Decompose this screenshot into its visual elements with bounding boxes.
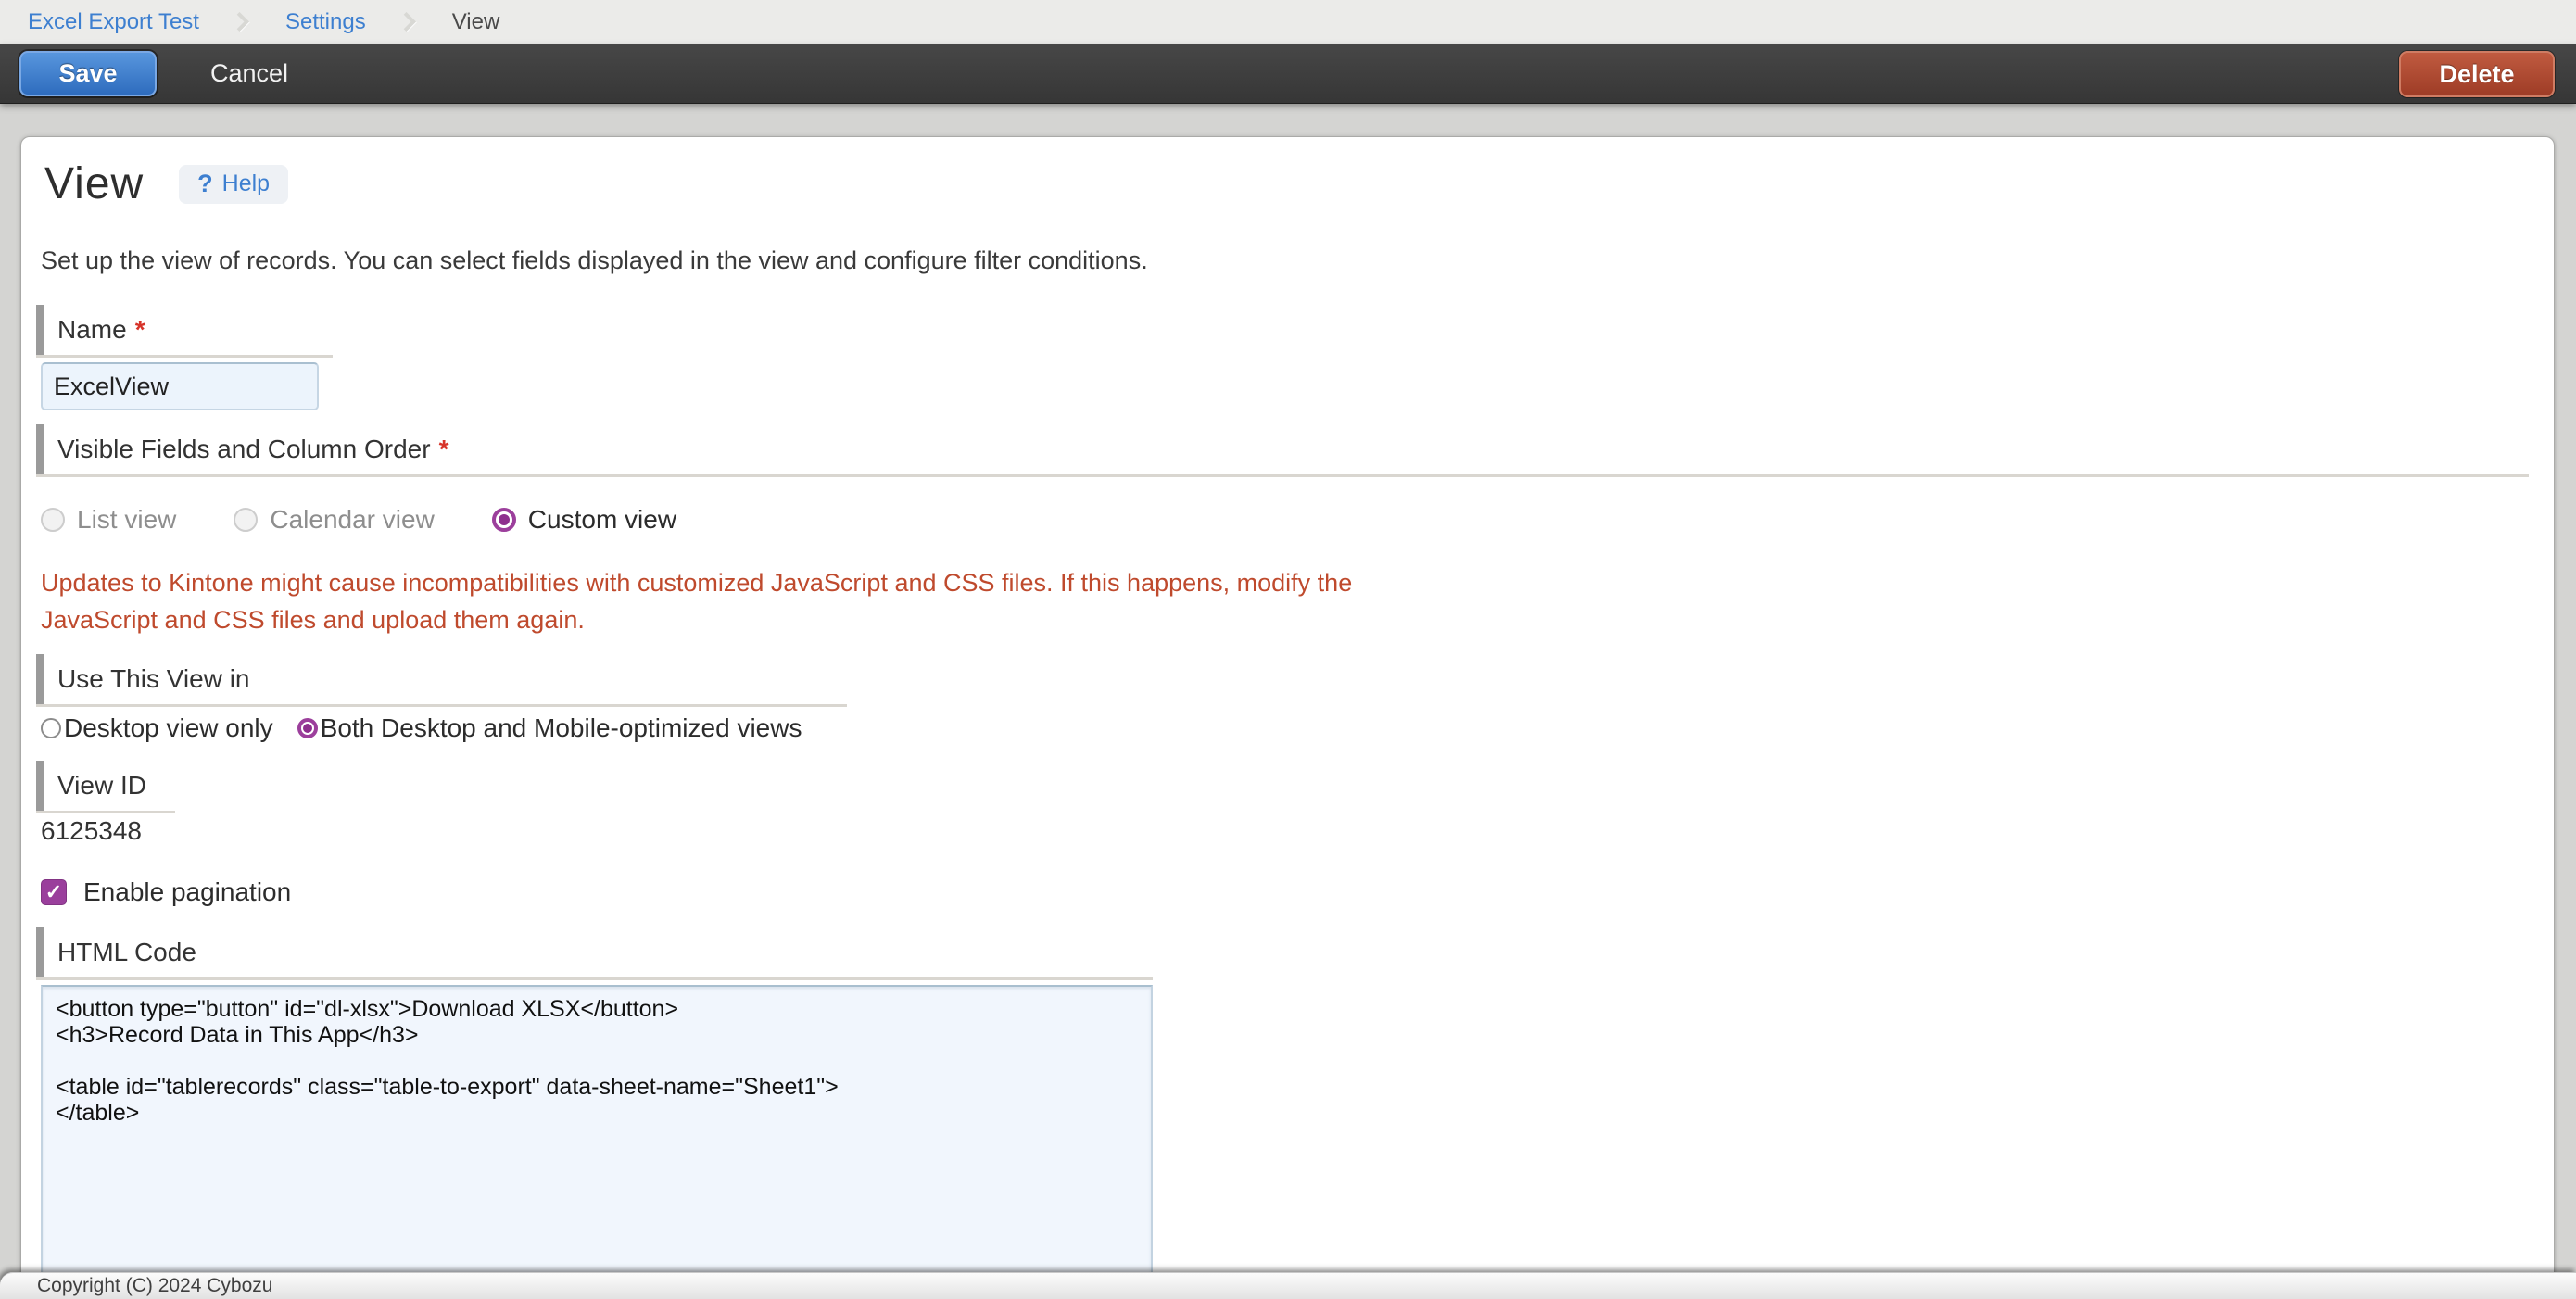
- customization-warning: Updates to Kintone might cause incompati…: [41, 564, 1375, 638]
- settings-panel: View ? Help Set up the view of records. …: [20, 136, 2555, 1299]
- section-bar: [36, 305, 44, 355]
- radio-label: Custom view: [528, 505, 676, 535]
- cancel-button[interactable]: Cancel: [210, 59, 288, 88]
- html-code-textarea[interactable]: <button type="button" id="dl-xlsx">Downl…: [41, 985, 1153, 1299]
- enable-pagination-checkbox[interactable]: ✓ Enable pagination: [41, 877, 291, 907]
- section-bar: [36, 654, 44, 704]
- html-code-section-header: HTML Code: [36, 927, 196, 977]
- section-divider: [36, 355, 333, 358]
- question-icon: ?: [197, 170, 213, 198]
- view-name-input[interactable]: [41, 362, 319, 410]
- radio-label: List view: [77, 505, 176, 535]
- view-type-radio-group: List view Calendar view Custom view: [41, 501, 676, 538]
- breadcrumb-separator-icon: [397, 12, 416, 32]
- required-asterisk: *: [135, 315, 145, 345]
- delete-button[interactable]: Delete: [2399, 51, 2555, 97]
- check-icon: ✓: [45, 882, 62, 902]
- radio-icon: [234, 508, 258, 532]
- view-id-label: View ID: [57, 771, 146, 801]
- html-code-label: HTML Code: [57, 938, 196, 967]
- help-label: Help: [222, 170, 270, 197]
- view-id-value: 6125348: [41, 816, 142, 846]
- radio-label: Desktop view only: [64, 713, 273, 743]
- visible-fields-label: Visible Fields and Column Order: [57, 435, 431, 464]
- checkbox-checked-icon: ✓: [41, 879, 67, 905]
- page-description: Set up the view of records. You can sele…: [41, 246, 1148, 275]
- page-title: View: [44, 158, 144, 209]
- radio-icon: [41, 718, 61, 738]
- checkbox-label: Enable pagination: [83, 877, 291, 907]
- radio-label: Calendar view: [270, 505, 434, 535]
- radio-custom-view[interactable]: Custom view: [492, 505, 676, 535]
- radio-label: Both Desktop and Mobile-optimized views: [321, 713, 802, 743]
- save-button[interactable]: Save: [19, 51, 157, 96]
- required-asterisk: *: [439, 435, 449, 464]
- radio-selected-icon: [297, 718, 318, 738]
- radio-calendar-view[interactable]: Calendar view: [234, 505, 434, 535]
- help-button[interactable]: ? Help: [179, 165, 288, 204]
- radio-desktop-and-mobile[interactable]: Both Desktop and Mobile-optimized views: [297, 713, 802, 743]
- footer: Copyright (C) 2024 Cybozu: [0, 1272, 2576, 1299]
- section-bar: [36, 927, 44, 977]
- radio-list-view[interactable]: List view: [41, 505, 176, 535]
- section-bar: [36, 424, 44, 474]
- name-section-header: Name *: [36, 305, 145, 355]
- section-divider: [36, 704, 847, 707]
- view-id-section-header: View ID: [36, 761, 146, 811]
- breadcrumb-separator-icon: [230, 12, 249, 32]
- breadcrumb-current: View: [452, 9, 500, 35]
- breadcrumb-app-link[interactable]: Excel Export Test: [28, 9, 199, 35]
- use-view-section-header: Use This View in: [36, 654, 250, 704]
- page-title-row: View ? Help: [44, 158, 288, 209]
- radio-selected-icon: [492, 508, 516, 532]
- section-bar: [36, 761, 44, 811]
- section-divider: [36, 811, 175, 813]
- radio-desktop-only[interactable]: Desktop view only: [41, 713, 273, 743]
- copyright-text: Copyright (C) 2024 Cybozu: [37, 1275, 272, 1297]
- section-divider: [36, 474, 2529, 477]
- radio-icon: [41, 508, 65, 532]
- section-divider: [36, 977, 1153, 980]
- use-view-label: Use This View in: [57, 664, 250, 694]
- breadcrumb: Excel Export Test Settings View: [0, 0, 2576, 44]
- visible-fields-section-header: Visible Fields and Column Order *: [36, 424, 448, 474]
- breadcrumb-settings-link[interactable]: Settings: [285, 9, 366, 35]
- use-view-radio-group: Desktop view only Both Desktop and Mobil…: [41, 713, 802, 744]
- action-toolbar: Save Cancel Delete: [0, 44, 2576, 104]
- name-label: Name: [57, 315, 127, 345]
